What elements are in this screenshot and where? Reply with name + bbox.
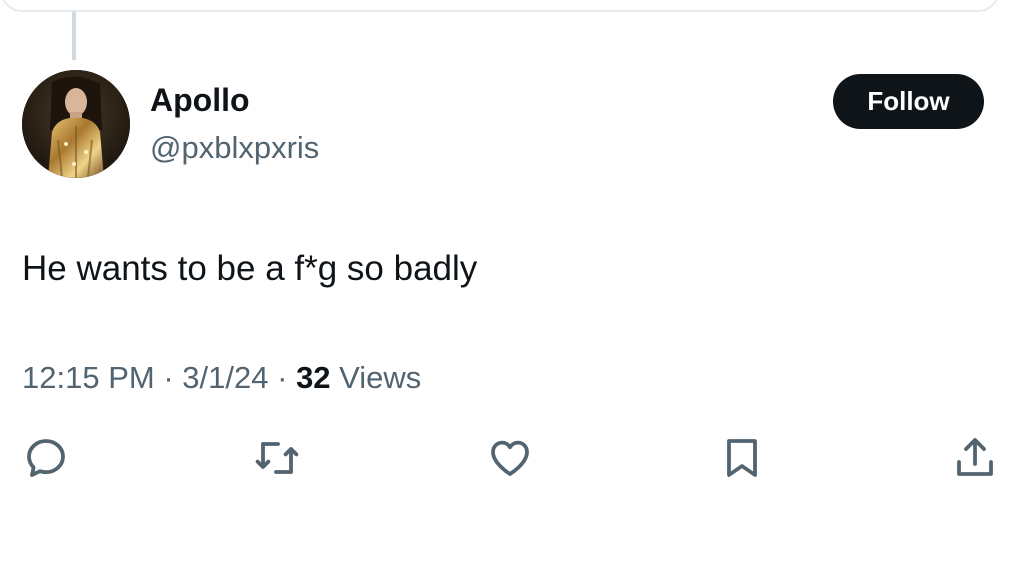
bookmark-icon <box>727 439 757 477</box>
meta-separator: · <box>277 360 288 395</box>
share-button[interactable] <box>951 434 999 482</box>
like-icon <box>491 440 529 476</box>
profile-photo-icon <box>22 70 130 178</box>
retweet-icon <box>255 442 299 474</box>
views-count[interactable]: 32 <box>296 360 330 395</box>
views-label[interactable]: Views <box>339 360 421 395</box>
tweet-metadata: 12:15 PM · 3/1/24 · 32 Views <box>22 356 421 400</box>
previous-tweet-card-edge[interactable] <box>0 0 1000 12</box>
thread-connector-line <box>72 12 76 60</box>
reply-icon <box>27 439 65 477</box>
follow-button[interactable]: Follow <box>833 74 984 129</box>
author-display-name[interactable]: Apollo <box>150 80 250 120</box>
retweet-button[interactable] <box>253 434 301 482</box>
bookmark-button[interactable] <box>718 434 766 482</box>
tweet-screen: Apollo @pxblxpxris Follow He wants to be… <box>0 0 1024 576</box>
meta-separator: · <box>163 360 174 395</box>
tweet-time[interactable]: 12:15 PM <box>22 360 155 395</box>
reply-button[interactable] <box>22 434 70 482</box>
author-avatar[interactable] <box>22 70 130 178</box>
author-handle[interactable]: @pxblxpxris <box>150 128 319 168</box>
tweet-date[interactable]: 3/1/24 <box>182 360 268 395</box>
tweet-text: He wants to be a f*g so badly <box>22 249 478 288</box>
like-button[interactable] <box>486 434 534 482</box>
share-icon <box>957 438 993 476</box>
